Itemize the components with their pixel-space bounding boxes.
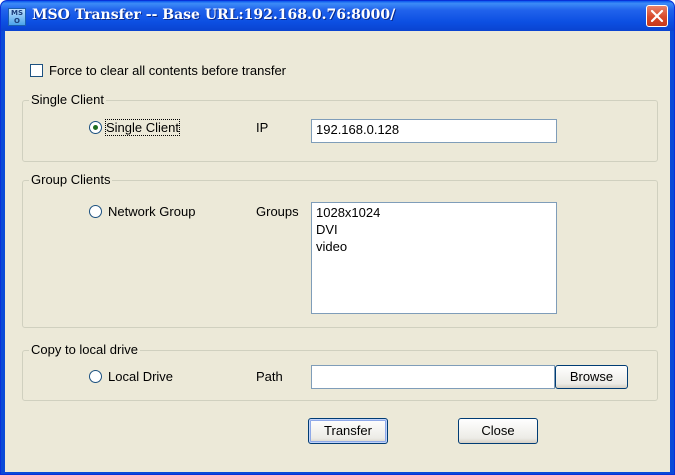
local-drive-radio[interactable] <box>89 370 102 383</box>
groups-list-item[interactable]: video <box>316 238 552 255</box>
path-label: Path <box>256 369 283 384</box>
local-drive-radio-label[interactable]: Local Drive <box>108 369 173 384</box>
force-clear-checkbox[interactable] <box>30 64 43 77</box>
groups-list-item[interactable]: DVI <box>316 221 552 238</box>
ip-input[interactable]: 192.168.0.128 <box>311 119 557 143</box>
single-client-legend: Single Client <box>29 92 106 107</box>
mso-transfer-window: MS O MSO Transfer -- Base URL:192.168.0.7… <box>0 0 675 475</box>
groups-label: Groups <box>256 204 299 219</box>
title-bar[interactable]: MS O MSO Transfer -- Base URL:192.168.0.7… <box>1 1 674 31</box>
close-icon <box>650 9 664 23</box>
local-drive-legend: Copy to local drive <box>29 342 140 357</box>
dialog-body: Force to clear all contents before trans… <box>5 31 670 472</box>
force-clear-label[interactable]: Force to clear all contents before trans… <box>49 63 286 78</box>
group-clients-group: Group Clients Network Group Groups 1028x… <box>22 172 658 328</box>
local-drive-group: Copy to local drive Local Drive Path Bro… <box>22 342 658 401</box>
network-group-radio[interactable] <box>89 205 102 218</box>
browse-button[interactable]: Browse <box>555 365 628 389</box>
network-group-radio-label[interactable]: Network Group <box>108 204 195 219</box>
path-input[interactable] <box>311 365 555 389</box>
ip-label: IP <box>256 120 269 135</box>
groups-list-item[interactable]: 1028x1024 <box>316 204 552 221</box>
close-button[interactable]: Close <box>458 418 538 444</box>
app-icon: MS O <box>8 8 26 26</box>
single-client-group: Single Client Single Client IP 192.168.0… <box>22 92 658 162</box>
group-clients-legend: Group Clients <box>29 172 113 187</box>
groups-listbox[interactable]: 1028x1024 DVI video <box>311 202 557 314</box>
transfer-button[interactable]: Transfer <box>308 418 388 444</box>
close-window-button[interactable] <box>646 5 668 27</box>
window-title: MSO Transfer -- Base URL:192.168.0.76:80… <box>32 7 396 23</box>
single-client-radio[interactable] <box>89 121 102 134</box>
single-client-radio-label[interactable]: Single Client <box>105 119 180 136</box>
